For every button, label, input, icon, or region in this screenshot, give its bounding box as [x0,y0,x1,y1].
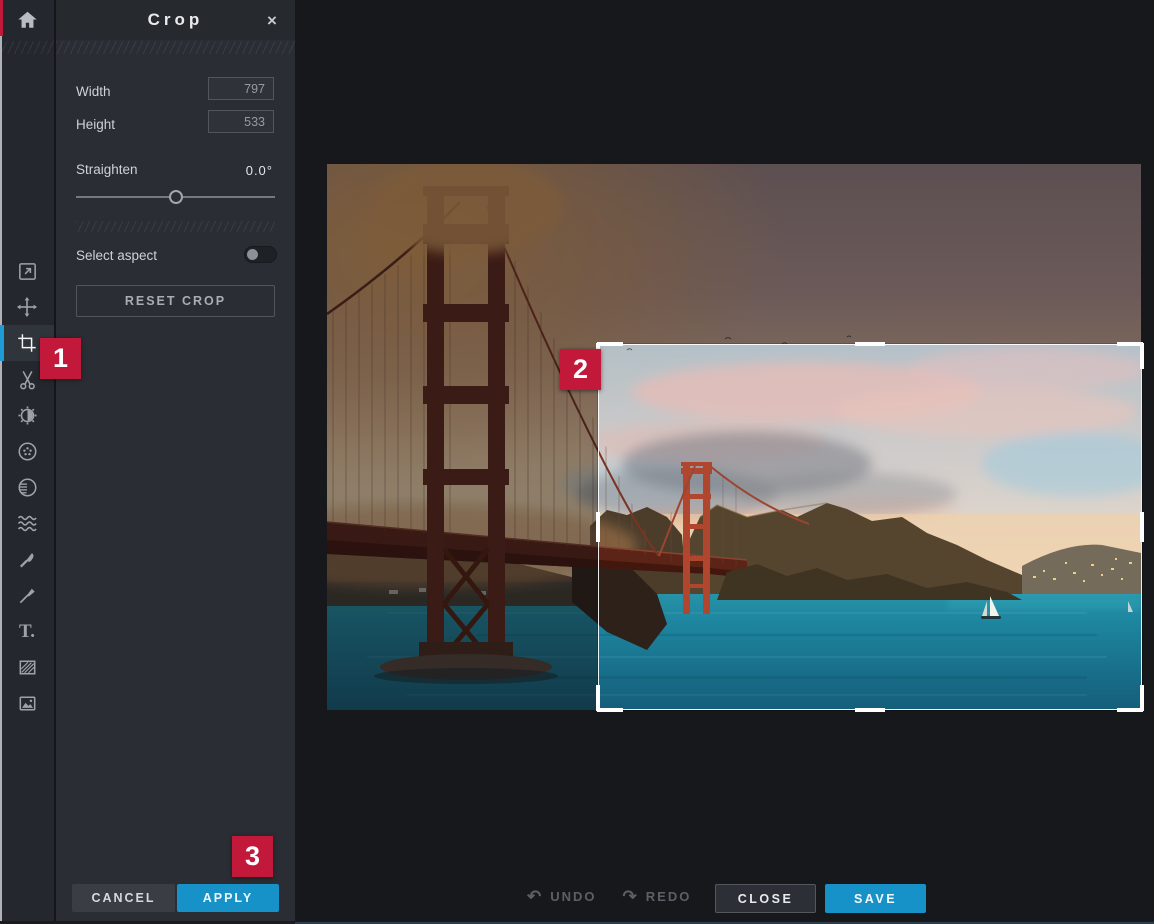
redo-icon: ↷ [623,888,639,905]
step-badge-3: 3 [232,836,273,877]
straighten-value: 0.0° [246,163,273,178]
selected-tool-indicator [0,325,4,361]
select-aspect-toggle[interactable] [244,246,277,263]
crop-handle-top-left[interactable] [597,342,623,346]
close-button[interactable]: CLOSE [715,884,816,913]
step-badge-1: 1 [40,338,81,379]
photo-editor-app: T. Crop × Width Height Straighten 0.0° S… [0,0,1154,924]
dotted-circle-icon [16,440,39,463]
home-icon [16,9,39,31]
tool-waves[interactable] [0,505,54,541]
tool-paint-brush[interactable] [0,577,54,613]
hatched-square-icon [16,656,39,679]
tool-makeup-brush[interactable] [0,541,54,577]
width-input[interactable] [208,77,274,100]
editor-canvas: ↶ UNDO ↷ REDO CLOSE SAVE [295,0,1154,924]
apply-button[interactable]: APPLY [177,884,279,912]
image-icon [16,692,39,715]
redo-label: REDO [646,889,692,904]
paint-brush-icon [16,584,39,607]
straighten-label: Straighten [76,162,138,177]
toolbar: T. [0,0,56,924]
straighten-slider[interactable] [76,190,275,204]
redo-button[interactable]: ↷ REDO [623,888,692,905]
crop-panel-header: Crop × [56,0,295,40]
tool-export[interactable] [0,253,54,289]
toggle-knob [247,249,258,260]
makeup-brush-icon [16,548,39,571]
cancel-button[interactable]: CANCEL [72,884,175,912]
text-tool-icon: T. [19,622,35,641]
waves-icon [15,511,39,535]
undo-icon: ↶ [527,888,543,905]
step-badge-2: 2 [560,349,601,390]
crop-handle-bottom-left[interactable] [596,685,600,711]
crop-handle-top-right[interactable] [1140,343,1144,369]
section-divider-hatch [76,221,275,232]
crop-selection-box[interactable] [598,344,1142,710]
crop-handle-bottom-left[interactable] [597,708,623,712]
tool-list: T. [0,253,54,721]
half-shaded-circle-icon [16,476,39,499]
height-label: Height [76,117,115,132]
move-icon [15,295,39,319]
height-input[interactable] [208,110,274,133]
tool-image[interactable] [0,685,54,721]
scissors-icon [16,368,39,391]
adjust-gear-icon [16,404,39,427]
crop-handle-right[interactable] [1140,512,1144,542]
close-panel-icon[interactable]: × [261,10,283,32]
crop-handle-top[interactable] [855,342,885,346]
tool-adjust[interactable] [0,397,54,433]
select-aspect-label: Select aspect [76,248,157,263]
tool-vignette[interactable] [0,469,54,505]
home-button[interactable] [0,0,54,40]
history-controls: ↶ UNDO ↷ REDO [527,888,691,905]
undo-button[interactable]: ↶ UNDO [527,888,597,905]
crop-panel: Crop × Width Height Straighten 0.0° Sele… [56,0,295,924]
panel-title: Crop [56,10,295,30]
save-button[interactable]: SAVE [825,884,926,913]
slider-thumb[interactable] [169,190,183,204]
panel-divider-hatch [56,41,295,54]
crop-handle-bottom[interactable] [855,708,885,712]
undo-label: UNDO [550,889,596,904]
tool-move[interactable] [0,289,54,325]
tool-texture[interactable] [0,649,54,685]
reset-crop-button[interactable]: RESET CROP [76,285,275,317]
crop-handle-bottom-right[interactable] [1140,685,1144,711]
crop-handle-left[interactable] [596,512,600,542]
tool-retouch[interactable] [0,433,54,469]
tool-text[interactable]: T. [0,613,54,649]
crop-icon [16,332,38,354]
export-icon [16,260,39,283]
width-label: Width [76,84,111,99]
toolbar-divider-hatch [0,41,54,54]
